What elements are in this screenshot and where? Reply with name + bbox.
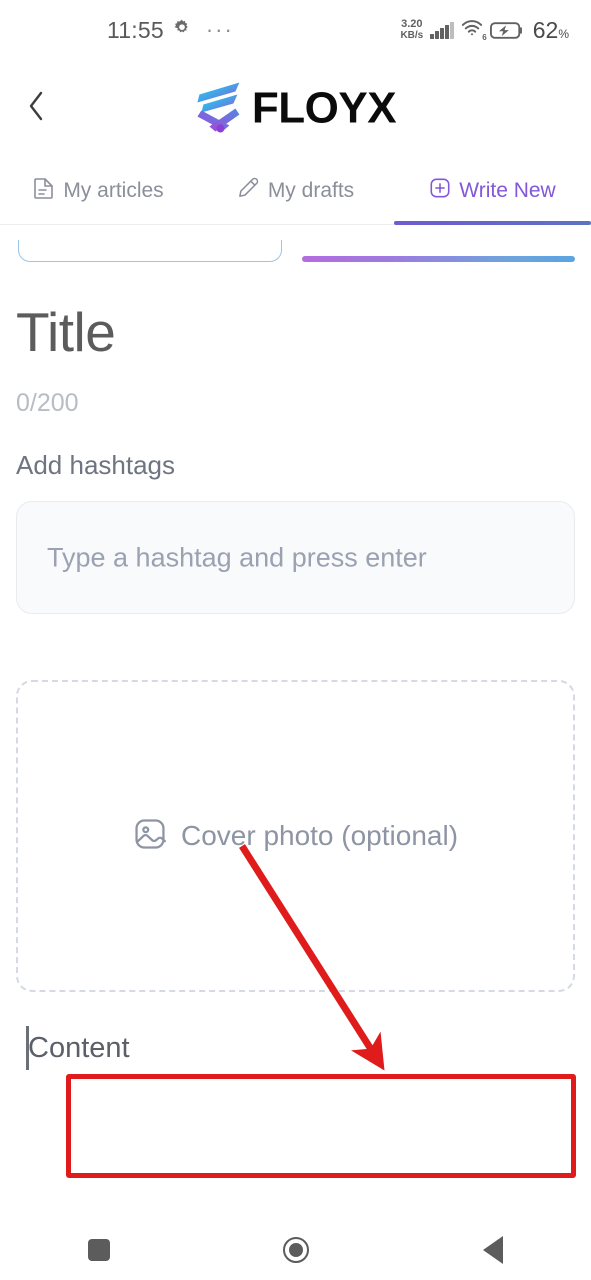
battery-percent-value: 62 bbox=[532, 16, 559, 43]
hashtags-label: Add hashtags bbox=[16, 450, 176, 480]
floyx-logo-mark bbox=[195, 78, 247, 139]
hashtag-input[interactable]: Type a hashtag and press enter bbox=[16, 501, 575, 614]
phone-screen: 11:55 ··· 3.20 KB/s 6 62% FLOYX My artic… bbox=[0, 0, 591, 1280]
image-icon bbox=[133, 817, 167, 856]
content-input[interactable]: Content bbox=[28, 1032, 130, 1065]
pencil-edit-icon bbox=[237, 176, 260, 205]
article-document-icon bbox=[33, 176, 55, 206]
status-time: 11:55 bbox=[107, 16, 164, 43]
hashtag-placeholder: Type a hashtag and press enter bbox=[47, 542, 427, 572]
android-nav-bar bbox=[0, 1220, 591, 1280]
tab-my-articles[interactable]: My articles bbox=[0, 157, 197, 224]
tab-label: My articles bbox=[63, 178, 164, 202]
circle-home-icon bbox=[282, 1237, 309, 1263]
partial-control-left[interactable] bbox=[18, 240, 282, 262]
tab-label: Write New bbox=[459, 178, 556, 202]
back-button[interactable] bbox=[14, 86, 60, 132]
home-button[interactable] bbox=[261, 1220, 331, 1280]
title-char-count: 0/200 bbox=[16, 389, 79, 417]
active-tab-underline bbox=[394, 221, 591, 225]
triangle-back-icon bbox=[482, 1236, 503, 1264]
tab-label: My drafts bbox=[267, 178, 355, 202]
editor-tabs: My articles My drafts Write New bbox=[0, 157, 591, 225]
more-dots-icon: ··· bbox=[205, 17, 234, 42]
cover-photo-dropzone[interactable]: Cover photo (optional) bbox=[16, 680, 575, 992]
network-speed-unit: KB/s bbox=[400, 29, 424, 41]
gear-icon bbox=[172, 18, 192, 43]
article-editor: Title 0/200 Add hashtags Type a hashtag … bbox=[0, 262, 591, 1220]
plus-square-icon bbox=[429, 177, 451, 205]
cover-photo-inner: Cover photo (optional) bbox=[133, 817, 458, 856]
floyx-logo: FLOYX bbox=[195, 78, 397, 139]
status-bar-right: 3.20 KB/s 6 62% bbox=[400, 0, 569, 60]
battery-charging-icon bbox=[489, 21, 524, 40]
back-nav-button[interactable] bbox=[458, 1220, 528, 1280]
square-recents-icon bbox=[87, 1239, 110, 1261]
battery-percent-symbol: % bbox=[558, 26, 569, 41]
recents-button[interactable] bbox=[64, 1220, 134, 1280]
tab-write-new[interactable]: Write New bbox=[394, 157, 591, 225]
chevron-left-icon bbox=[24, 89, 50, 128]
cover-photo-label: Cover photo (optional) bbox=[180, 820, 459, 851]
floyx-logo-text: FLOYX bbox=[251, 83, 397, 133]
title-input[interactable]: Title bbox=[16, 300, 116, 364]
network-speed-indicator: 3.20 KB/s bbox=[400, 18, 424, 41]
wifi-icon: 6 bbox=[461, 19, 487, 42]
status-bar: 11:55 ··· 3.20 KB/s 6 62% bbox=[0, 0, 591, 60]
wifi-generation-label: 6 bbox=[482, 33, 487, 42]
app-header: FLOYX bbox=[0, 60, 591, 157]
scrolled-partial-controls bbox=[0, 226, 591, 262]
battery-percent: 62% bbox=[533, 17, 569, 44]
cellular-signal-icon bbox=[430, 21, 454, 39]
network-speed-value: 3.20 bbox=[401, 18, 423, 31]
status-bar-left: 11:55 ··· bbox=[107, 0, 234, 60]
tab-my-drafts[interactable]: My drafts bbox=[197, 157, 394, 224]
